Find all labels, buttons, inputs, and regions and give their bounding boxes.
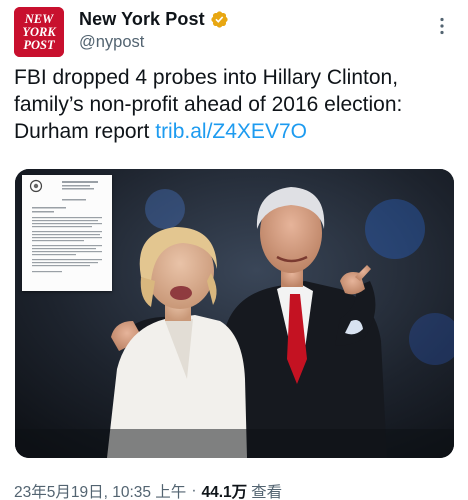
views-label: 查看 <box>251 484 283 500</box>
tweet-text: FBI dropped 4 probes into Hillary Clinto… <box>14 64 458 145</box>
tweet[interactable]: NEW YORK POST New York Post @nypost FBI … <box>0 0 468 500</box>
tweet-photo[interactable] <box>15 169 454 458</box>
nypost-logo-icon: NEW YORK POST <box>14 7 64 57</box>
timestamp[interactable]: 23年5月19日, 10:35 上午 <box>14 480 186 500</box>
avatar-text-1: NEW <box>24 12 54 26</box>
views-count: 44.1万 <box>201 484 248 500</box>
document-icon <box>22 175 112 291</box>
tweet-link[interactable]: trib.al/Z4XEV7O <box>155 120 307 143</box>
author-display-name[interactable]: New York Post <box>79 9 205 30</box>
avatar[interactable]: NEW YORK POST <box>14 7 64 57</box>
author-handle[interactable]: @nypost <box>79 33 229 52</box>
avatar-text-2: YORK <box>22 25 57 39</box>
avatar-text-3: POST <box>23 38 56 52</box>
more-options-icon[interactable] <box>430 14 454 38</box>
document-thumbnail <box>22 175 112 291</box>
tweet-meta: 23年5月19日, 10:35 上午 · 44.1万 查看 <box>14 480 282 500</box>
meta-separator: · <box>191 482 197 499</box>
verified-badge-icon[interactable] <box>210 10 229 29</box>
author-block: New York Post @nypost <box>79 8 229 52</box>
